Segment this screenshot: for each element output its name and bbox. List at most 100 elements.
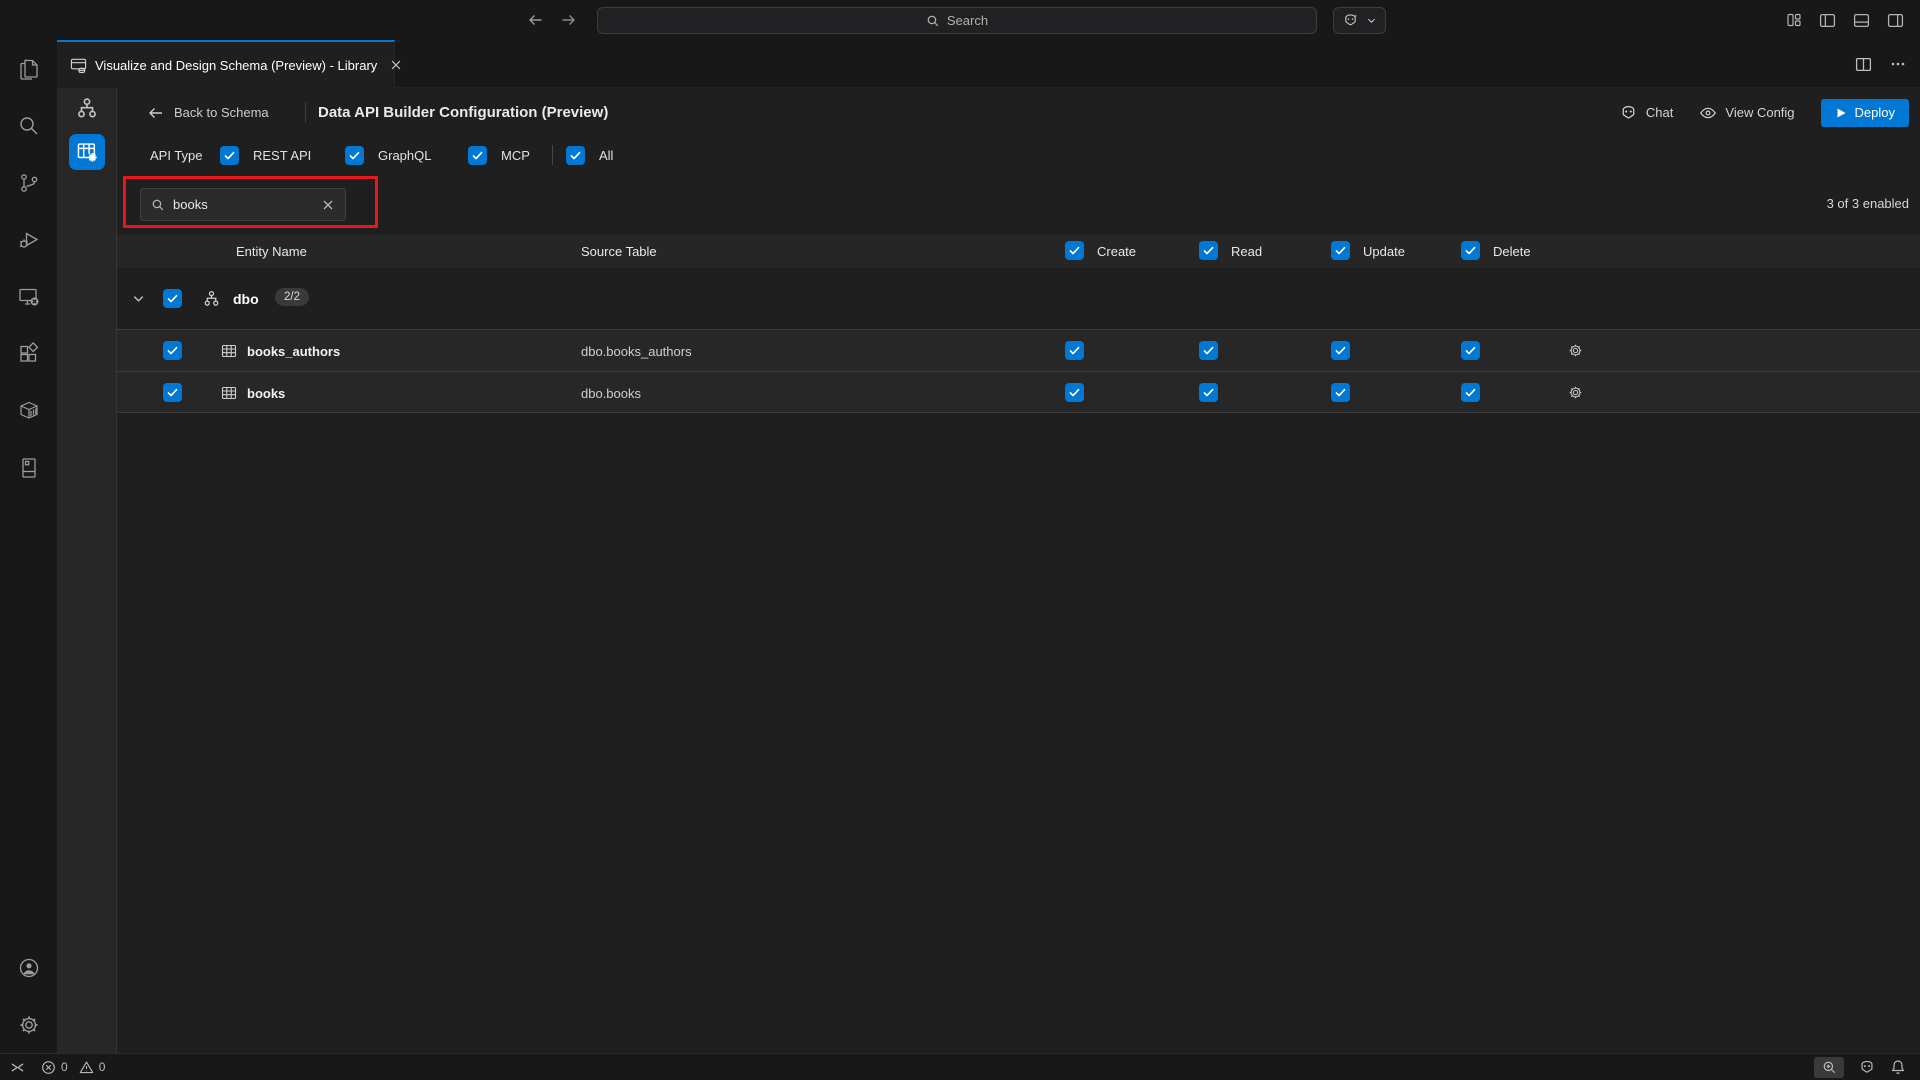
entity-search-input[interactable] — [173, 197, 313, 212]
title-bar: Search — [0, 0, 1920, 40]
command-center-search[interactable]: Search — [597, 7, 1317, 34]
deploy-label: Deploy — [1855, 105, 1895, 120]
create-all-checkbox[interactable] — [1065, 241, 1084, 260]
rest-api-checkbox[interactable] — [220, 146, 239, 165]
create-header: Create — [1097, 234, 1136, 268]
read-checkbox[interactable] — [1199, 383, 1218, 402]
run-debug-icon[interactable] — [0, 211, 57, 268]
rest-api-label: REST API — [253, 148, 311, 163]
panel-header: Back to Schema Data API Builder Configur… — [117, 88, 1920, 137]
annotation-highlight-box — [123, 176, 378, 228]
toggle-primary-sidebar-icon[interactable] — [1819, 12, 1836, 29]
copilot-icon[interactable] — [1858, 1058, 1876, 1076]
group-checkbox[interactable] — [163, 289, 182, 308]
mcp-label: MCP — [501, 148, 530, 163]
delete-header: Delete — [1493, 234, 1531, 268]
source-control-icon[interactable] — [0, 154, 57, 211]
deploy-button[interactable]: Deploy — [1821, 99, 1909, 127]
bell-icon[interactable] — [1890, 1059, 1906, 1075]
search-row: 3 of 3 enabled — [117, 173, 1920, 234]
copilot-icon — [1619, 103, 1638, 122]
view-config-button[interactable]: View Config — [1699, 104, 1794, 122]
row-settings-gear-icon[interactable] — [1567, 342, 1584, 359]
delete-all-checkbox[interactable] — [1461, 241, 1480, 260]
update-all-checkbox[interactable] — [1331, 241, 1350, 260]
read-checkbox[interactable] — [1199, 341, 1218, 360]
search-icon[interactable] — [0, 97, 57, 154]
close-icon[interactable] — [389, 58, 403, 72]
account-icon[interactable] — [0, 939, 57, 996]
page-title: Data API Builder Configuration (Preview) — [318, 88, 608, 137]
api-type-label: API Type — [150, 137, 203, 173]
read-all-checkbox[interactable] — [1199, 241, 1218, 260]
schema-view-icon[interactable] — [69, 93, 105, 123]
mcp-checkbox[interactable] — [468, 146, 487, 165]
toggle-panel-icon[interactable] — [1853, 12, 1870, 29]
all-label: All — [599, 148, 613, 163]
entity-source: dbo.books_authors — [581, 330, 692, 372]
entity-search-box — [140, 188, 346, 221]
activity-bar — [0, 40, 57, 1053]
delete-checkbox[interactable] — [1461, 341, 1480, 360]
designer-toolbar — [57, 88, 117, 1053]
filter-divider — [552, 145, 553, 165]
command-center-label: Search — [947, 13, 988, 28]
table-icon — [221, 385, 237, 401]
header-divider — [305, 102, 306, 123]
remote-explorer-icon[interactable] — [0, 268, 57, 325]
vscode-window: Search — [0, 0, 1920, 1080]
filter-mcp: MCP — [468, 137, 530, 173]
magnifier-icon — [151, 198, 165, 212]
entity-source: dbo.books — [581, 372, 641, 414]
clear-search-icon[interactable] — [321, 198, 335, 212]
problems-indicator[interactable]: 0 0 — [41, 1060, 105, 1075]
forward-arrow-icon[interactable] — [560, 12, 576, 28]
entity-row-books-authors: books_authors dbo.books_authors — [117, 329, 1920, 371]
api-type-filter-row: API Type REST API GraphQL — [117, 137, 1920, 173]
row-checkbox[interactable] — [163, 341, 182, 360]
tab-bar: Visualize and Design Schema (Preview) - … — [57, 40, 1920, 88]
database-icon[interactable] — [0, 439, 57, 496]
extensions-icon[interactable] — [0, 325, 57, 382]
warning-count: 0 — [99, 1060, 106, 1074]
table-icon — [221, 343, 237, 359]
explorer-icon[interactable] — [0, 40, 57, 97]
copilot-menu-button[interactable] — [1333, 7, 1386, 34]
table-config-icon[interactable] — [69, 134, 105, 170]
chat-button[interactable]: Chat — [1619, 103, 1673, 122]
group-count-badge: 2/2 — [275, 288, 309, 306]
more-actions-icon[interactable] — [1890, 56, 1906, 72]
update-checkbox[interactable] — [1331, 383, 1350, 402]
back-to-schema-button[interactable]: Back to Schema — [148, 88, 269, 137]
chat-label: Chat — [1646, 105, 1673, 120]
remote-indicator-icon[interactable] — [10, 1060, 25, 1075]
update-checkbox[interactable] — [1331, 341, 1350, 360]
settings-gear-icon[interactable] — [0, 996, 57, 1053]
chevron-down-icon[interactable] — [131, 291, 146, 306]
zoom-in-icon[interactable] — [1814, 1057, 1844, 1078]
split-editor-icon[interactable] — [1855, 56, 1872, 73]
back-arrow-icon — [148, 105, 164, 121]
delete-checkbox[interactable] — [1461, 383, 1480, 402]
entity-table: Entity Name Source Table Create Read Upd… — [117, 234, 1920, 1053]
create-checkbox[interactable] — [1065, 383, 1084, 402]
entity-row-books: books dbo.books — [117, 371, 1920, 413]
container-icon[interactable] — [0, 382, 57, 439]
schema-designer-tab-icon — [70, 57, 87, 74]
magnifier-icon — [926, 14, 940, 28]
tab-label: Visualize and Design Schema (Preview) - … — [95, 58, 377, 73]
tab-schema-designer[interactable]: Visualize and Design Schema (Preview) - … — [57, 40, 395, 88]
source-table-header: Source Table — [581, 234, 657, 268]
create-checkbox[interactable] — [1065, 341, 1084, 360]
layout-customize-icon[interactable] — [1786, 12, 1802, 28]
chevron-down-icon — [1366, 15, 1377, 26]
graphql-label: GraphQL — [378, 148, 431, 163]
back-arrow-icon[interactable] — [528, 12, 544, 28]
row-checkbox[interactable] — [163, 383, 182, 402]
toggle-secondary-sidebar-icon[interactable] — [1887, 12, 1904, 29]
row-settings-gear-icon[interactable] — [1567, 384, 1584, 401]
dab-config-panel: Back to Schema Data API Builder Configur… — [117, 88, 1920, 1053]
error-count: 0 — [61, 1060, 68, 1074]
all-checkbox[interactable] — [566, 146, 585, 165]
graphql-checkbox[interactable] — [345, 146, 364, 165]
